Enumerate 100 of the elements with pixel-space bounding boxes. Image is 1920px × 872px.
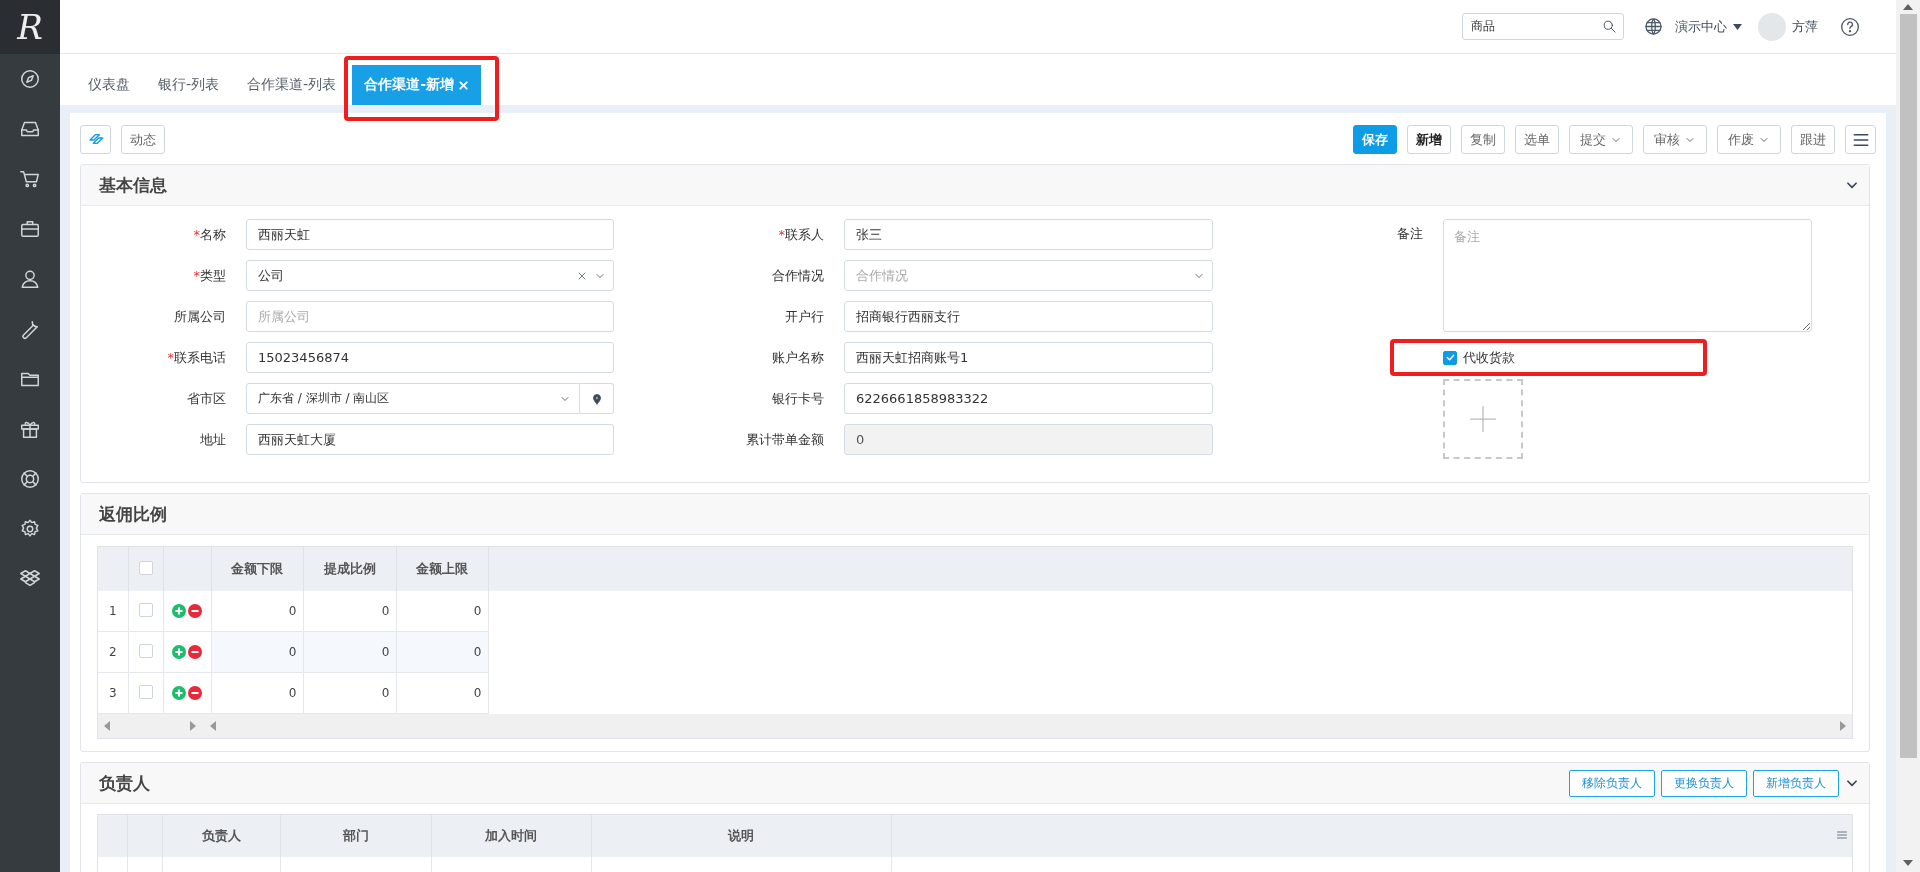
column-header: 提成比例 [303, 547, 396, 591]
scroll-right-icon[interactable] [190, 721, 196, 731]
remark-textarea[interactable]: 备注 [1443, 219, 1812, 332]
table-cell: 0 [396, 591, 488, 632]
compass-icon [19, 68, 41, 90]
map-pin-button[interactable] [580, 383, 614, 414]
plus-icon [1468, 404, 1498, 434]
table-cell: 0 [211, 631, 303, 673]
checkbox[interactable] [138, 684, 153, 699]
remove-row-icon[interactable] [188, 604, 202, 618]
user-icon [19, 268, 41, 290]
dropdown-button[interactable]: 提交 [1569, 125, 1633, 154]
field-label: 备注 [1397, 226, 1423, 241]
table-cell: 0 [396, 672, 488, 714]
section-title: 返佣比例 [99, 502, 167, 526]
scrollbar-thumb[interactable] [1899, 14, 1917, 758]
column-header: 说明 [591, 815, 891, 857]
select-field[interactable]: 公司 [246, 260, 614, 291]
section-title: 负责人 [99, 771, 150, 795]
remove-row-icon[interactable] [188, 645, 202, 659]
row-number: 3 [98, 672, 128, 714]
select-field[interactable]: 合作情况 [844, 260, 1213, 291]
field-label: 银行卡号 [772, 390, 824, 406]
dropdown-button[interactable]: 作废 [1717, 125, 1781, 154]
field-label: *名称 [193, 226, 226, 242]
field-label: 省市区 [187, 390, 226, 406]
tab[interactable]: 银行-列表 [146, 65, 232, 105]
toolbar-button[interactable]: 跟进 [1791, 125, 1835, 154]
checkbox[interactable] [138, 602, 153, 617]
field-label: 所属公司 [174, 308, 226, 324]
region-select[interactable]: 广东省 / 深圳市 / 南山区 [246, 383, 580, 414]
user-name[interactable]: 方萍 [1792, 17, 1818, 36]
owner-action-button[interactable]: 新增负责人 [1753, 769, 1839, 797]
checkbox[interactable] [138, 643, 153, 658]
add-row-icon[interactable] [172, 686, 186, 700]
scroll-down-icon[interactable] [1903, 860, 1913, 866]
add-row-icon[interactable] [172, 604, 186, 618]
toolbar-button[interactable]: 复制 [1461, 125, 1505, 154]
close-icon [457, 79, 469, 91]
field-label: 地址 [200, 431, 226, 447]
scroll-right-icon[interactable] [1840, 721, 1846, 731]
scroll-left-icon[interactable] [210, 721, 216, 731]
tab[interactable]: 仪表盘 [76, 65, 142, 105]
column-header: 金额下限 [211, 547, 303, 591]
app-logo[interactable]: R [0, 0, 60, 54]
toolbar-button[interactable]: 新增 [1407, 125, 1451, 154]
text-input[interactable]: 所属公司 [246, 301, 614, 332]
tag-button[interactable] [80, 125, 111, 154]
menu-button[interactable] [1845, 125, 1876, 154]
text-input[interactable]: 6226661858983322 [844, 383, 1213, 414]
field-label: *类型 [193, 267, 226, 283]
text-input[interactable]: 招商银行西丽支行 [844, 301, 1213, 332]
field-label: 开户行 [785, 308, 824, 324]
horizontal-scrollbar[interactable] [98, 714, 1852, 738]
search-icon [1602, 19, 1617, 34]
table-cell: 0 [303, 631, 396, 673]
row-number: 2 [98, 631, 128, 673]
field-label: 累计带单金额 [746, 431, 824, 447]
globe-icon [1644, 17, 1663, 36]
add-row-icon[interactable] [172, 645, 186, 659]
text-input[interactable]: 15023456874 [246, 342, 614, 373]
section-title: 基本信息 [99, 173, 167, 197]
org-selector[interactable]: 演示中心 [1675, 17, 1727, 36]
map-pin-icon [590, 392, 603, 405]
table-cell: 0 [211, 591, 303, 632]
owner-action-button[interactable]: 更换负责人 [1661, 769, 1747, 797]
column-header: 加入时间 [431, 815, 591, 857]
field-label: *联系电话 [167, 349, 226, 365]
text-input[interactable]: 西丽天虹大厦 [246, 424, 614, 455]
briefcase-icon [19, 218, 41, 240]
remove-row-icon[interactable] [188, 686, 202, 700]
activity-button[interactable]: 动态 [121, 125, 165, 154]
owner-action-button[interactable]: 移除负责人 [1569, 769, 1655, 797]
upload-box[interactable] [1443, 379, 1523, 459]
checkbox[interactable] [138, 560, 153, 575]
toolbar-button[interactable]: 选单 [1515, 125, 1559, 154]
field-label: 账户名称 [772, 349, 824, 365]
table-cell: 0 [211, 672, 303, 714]
table-cell: 0 [303, 672, 396, 714]
text-input[interactable]: 西丽天虹招商账号1 [844, 342, 1213, 373]
column-header: 部门 [280, 815, 431, 857]
vertical-scrollbar[interactable] [1896, 0, 1920, 872]
cart-icon [19, 168, 41, 190]
avatar[interactable] [1758, 12, 1786, 41]
caret-icon [1733, 23, 1742, 30]
readonly-input: 0 [844, 424, 1213, 455]
scroll-up-icon[interactable] [1903, 4, 1913, 10]
text-input[interactable]: 张三 [844, 219, 1213, 250]
check-icon [1444, 352, 1456, 363]
column-header: 负责人 [162, 815, 280, 857]
checkbox[interactable] [1443, 350, 1457, 365]
text-input[interactable]: 西丽天虹 [246, 219, 614, 250]
scroll-left-icon[interactable] [104, 721, 110, 731]
row-number: 1 [98, 591, 128, 632]
search-field[interactable]: 商品 [1462, 13, 1624, 40]
field-label: 合作情况 [772, 267, 824, 283]
table-cell: 0 [396, 631, 488, 673]
checkbox-label[interactable]: 代收货款 [1463, 348, 1515, 367]
tab[interactable]: 合作渠道-列表 [235, 65, 349, 105]
dropdown-button[interactable]: 审核 [1643, 125, 1707, 154]
